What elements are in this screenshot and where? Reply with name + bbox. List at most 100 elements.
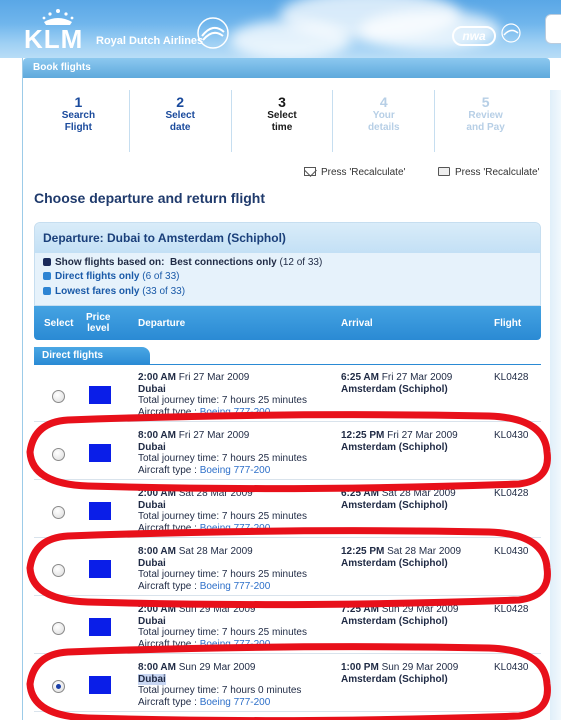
- header-banner: KLM Royal Dutch Airlines nwa: [0, 0, 561, 58]
- page-title: Choose departure and return flight: [34, 190, 266, 206]
- select-radio[interactable]: [52, 448, 65, 461]
- step-label: and Pay: [466, 122, 505, 133]
- filter-prefix: Show flights based on:: [55, 257, 165, 268]
- aircraft-link[interactable]: Boeing 777-200: [200, 465, 271, 476]
- aircraft-prefix: Aircraft type :: [138, 696, 197, 708]
- arrival-date: Sat 28 Mar 2009: [381, 488, 456, 499]
- select-radio[interactable]: [52, 680, 65, 693]
- panel-title: Book flights: [23, 58, 550, 78]
- step-number: 2: [176, 94, 185, 110]
- departure-time: 8:00 AM: [138, 662, 176, 673]
- aircraft-link[interactable]: Boeing 777-200: [200, 407, 271, 418]
- departure-cell: 2:00 AM Sun 29 Mar 2009 Dubai Total journe…: [138, 604, 307, 650]
- partner-logo[interactable]: nwa: [452, 26, 496, 46]
- flight-row[interactable]: 2:00 AM Fri 27 Mar 2009 Dubai Total journe…: [34, 366, 541, 422]
- aircraft-link[interactable]: Boeing 777-200: [200, 639, 271, 650]
- price-level-swatch: [89, 676, 111, 694]
- arrival-date: Sun 29 Mar 2009: [381, 604, 459, 615]
- journey-time: Total journey time: 7 hours 25 minutes: [138, 511, 307, 522]
- departure-date: Sun 29 Mar 2009: [178, 662, 256, 673]
- step-select-date[interactable]: 2 Select date: [130, 90, 232, 152]
- flight-number: KL0430: [494, 430, 529, 441]
- col-departure: Departure: [138, 317, 186, 329]
- journey-time: Total journey time: 7 hours 25 minutes: [138, 627, 307, 638]
- flight-number: KL0428: [494, 604, 529, 615]
- flight-row[interactable]: 8:00 AM Sat 28 Mar 2009 Dubai Total journe…: [34, 540, 541, 596]
- departure-section: Departure: Dubai to Amsterdam (Schiphol)…: [34, 222, 541, 306]
- step-label: Your: [372, 110, 395, 121]
- printer-icon: [438, 167, 450, 176]
- print-action-label: Press 'Recalculate': [455, 167, 540, 178]
- arrival-date: Fri 27 Mar 2009: [381, 372, 453, 383]
- journey-time: Total journey time: 7 hours 25 minutes: [138, 453, 307, 464]
- departure-date: Fri 27 Mar 2009: [178, 430, 250, 441]
- arrow-bullet-icon: [43, 272, 51, 280]
- step-number: 4: [379, 94, 388, 110]
- arrival-time: 6:25 AM: [341, 488, 379, 499]
- group-direct-flights: Direct flights: [34, 347, 150, 365]
- departure-time: 2:00 AM: [138, 604, 176, 615]
- col-price-line1: Price: [86, 312, 111, 323]
- arrival-cell: 7:25 AM Sun 29 Mar 2009 Amsterdam (Schiph…: [341, 604, 458, 627]
- arrival-time: 7:25 AM: [341, 604, 379, 615]
- step-search-flight[interactable]: 1 Search Flight: [28, 90, 130, 152]
- departure-city: Dubai: [138, 441, 166, 453]
- flight-row[interactable]: 2:00 AM Sun 29 Mar 2009 Dubai Total journe…: [34, 598, 541, 654]
- flights-table-header: Select Price level Departure Arrival Fli…: [34, 306, 541, 340]
- departure-time: 2:00 AM: [138, 372, 176, 383]
- skyteam-logo-icon: [197, 17, 229, 49]
- step-label: Search: [61, 110, 96, 121]
- aircraft-prefix: Aircraft type :: [138, 638, 197, 650]
- flight-number: KL0428: [494, 372, 529, 383]
- arrival-cell: 12:25 PM Fri 27 Mar 2009 Amsterdam (Schip…: [341, 430, 458, 453]
- select-radio[interactable]: [52, 564, 65, 577]
- aircraft-prefix: Aircraft type :: [138, 580, 197, 592]
- departure-city: Dubai: [138, 615, 166, 627]
- arrival-time: 6:25 AM: [341, 372, 379, 383]
- col-flight: Flight: [494, 317, 522, 329]
- aircraft-link[interactable]: Boeing 777-200: [200, 581, 271, 592]
- progress-steps: 1 Search Flight 2 Select date 3 Select t…: [28, 90, 536, 152]
- journey-time: Total journey time: 7 hours 25 minutes: [138, 395, 307, 406]
- flight-number: KL0428: [494, 488, 529, 499]
- divider: [34, 364, 541, 365]
- flight-row[interactable]: 8:00 AM Fri 27 Mar 2009 Dubai Total journe…: [34, 424, 541, 480]
- arrival-cell: 6:25 AM Fri 27 Mar 2009 Amsterdam (Schiph…: [341, 372, 452, 395]
- aircraft-link[interactable]: Boeing 777-200: [200, 697, 271, 708]
- select-radio[interactable]: [52, 390, 65, 403]
- step-number: 5: [481, 94, 490, 110]
- flight-row[interactable]: 8:00 AM Sun 29 Mar 2009 Dubai Total journe…: [34, 656, 541, 712]
- price-level-swatch: [89, 386, 111, 404]
- select-radio[interactable]: [52, 506, 65, 519]
- envelope-icon: [304, 167, 316, 176]
- departure-cell: 8:00 AM Fri 27 Mar 2009 Dubai Total journe…: [138, 430, 307, 476]
- arrival-city: Amsterdam (Schiphol): [341, 673, 448, 685]
- aircraft-link[interactable]: Boeing 777-200: [200, 523, 271, 534]
- price-level-swatch: [89, 502, 111, 520]
- arrival-date: Fri 27 Mar 2009: [387, 430, 458, 441]
- step-review-and-pay: 5 Review and Pay: [435, 90, 536, 152]
- departure-city: Dubai: [138, 557, 166, 569]
- step-number: 1: [74, 94, 83, 110]
- aircraft-prefix: Aircraft type :: [138, 406, 197, 418]
- filter-direct-link[interactable]: Direct flights only (6 of 33): [43, 271, 179, 282]
- arrival-cell: 1:00 PM Sun 29 Mar 2009 Amsterdam (Schiph…: [341, 662, 458, 685]
- departure-time: 2:00 AM: [138, 488, 176, 499]
- flight-row[interactable]: 2:00 AM Sat 28 Mar 2009 Dubai Total journe…: [34, 482, 541, 538]
- arrival-date: Sat 28 Mar 2009: [387, 546, 462, 557]
- arrival-time: 12:25 PM: [341, 546, 385, 557]
- filter-lowest-link[interactable]: Lowest fares only (33 of 33): [43, 286, 185, 297]
- email-action[interactable]: Press 'Recalculate': [304, 167, 405, 178]
- print-action[interactable]: Press 'Recalculate': [438, 167, 539, 178]
- price-level-swatch: [89, 618, 111, 636]
- step-label: details: [367, 122, 400, 133]
- filter-lowest-label: Lowest fares only: [55, 286, 140, 297]
- journey-time: Total journey time: 7 hours 0 minutes: [138, 685, 302, 696]
- filter-direct-count: (6 of 33): [142, 271, 180, 282]
- arrival-city: Amsterdam (Schiphol): [341, 441, 448, 453]
- arrow-bullet-icon: [43, 287, 51, 295]
- departure-cell: 2:00 AM Fri 27 Mar 2009 Dubai Total journe…: [138, 372, 307, 418]
- departure-cell: 8:00 AM Sat 28 Mar 2009 Dubai Total journe…: [138, 546, 307, 592]
- select-radio[interactable]: [52, 622, 65, 635]
- brand-name: KLM: [24, 24, 84, 54]
